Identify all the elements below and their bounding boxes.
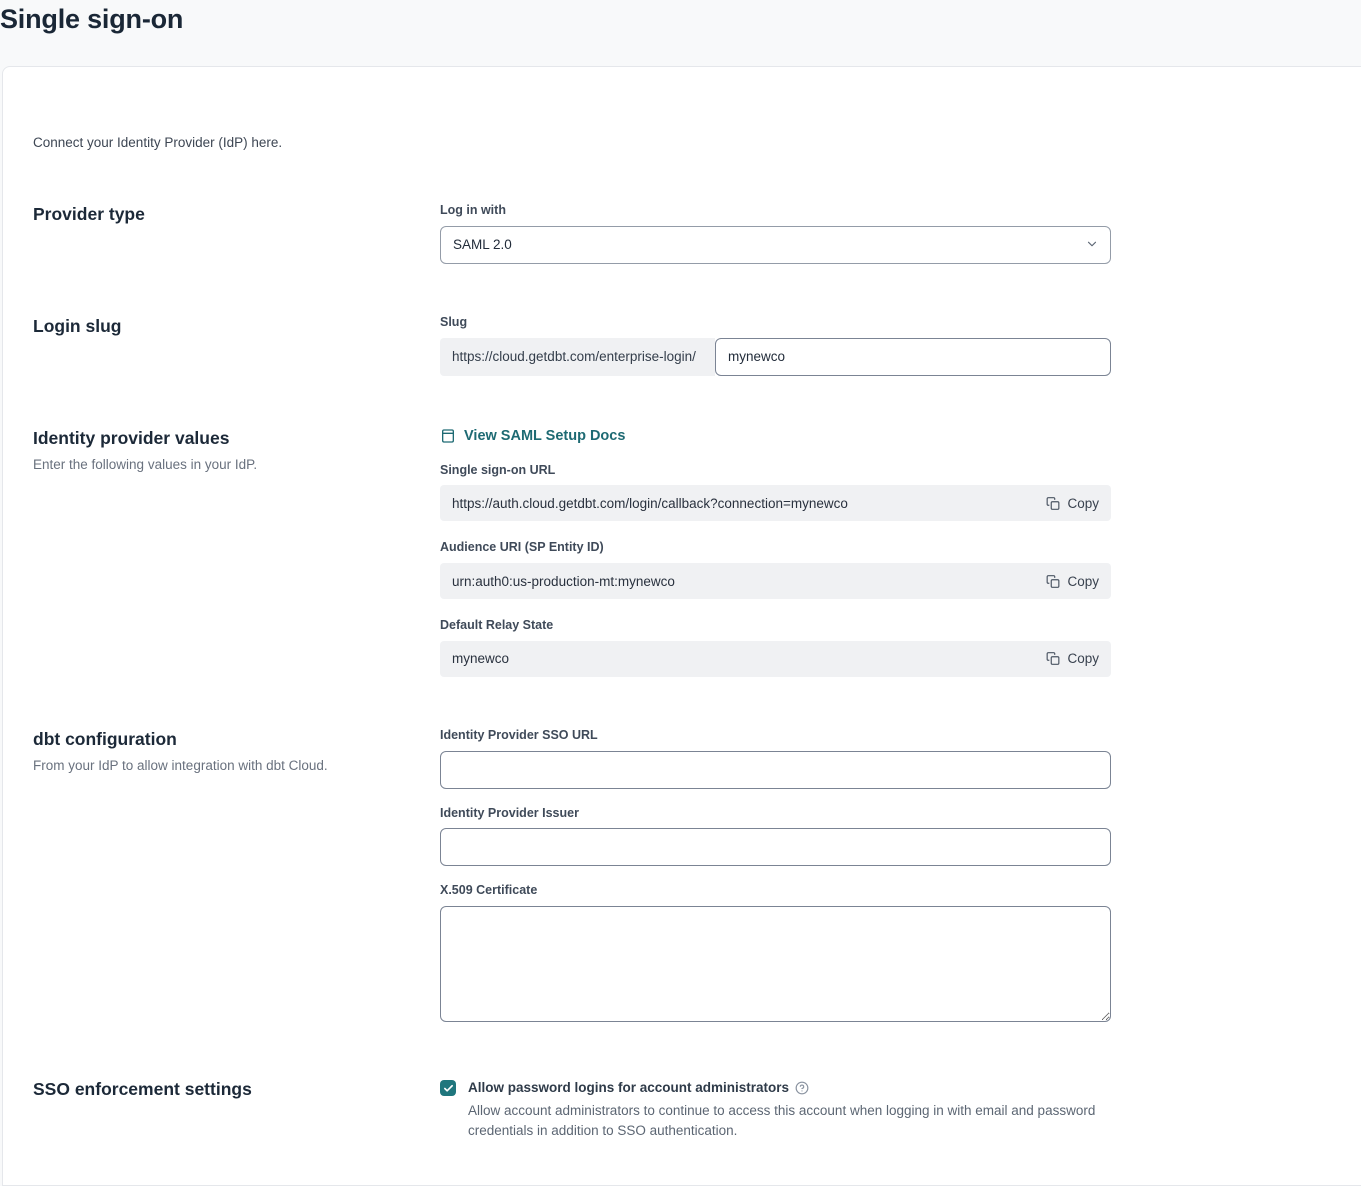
audience-uri-value: urn:auth0:us-production-mt:mynewco xyxy=(452,574,675,589)
section-identity-provider-values: Identity provider values Enter the follo… xyxy=(33,428,1361,677)
view-saml-docs-link[interactable]: View SAML Setup Docs xyxy=(440,428,625,444)
copy-sso-url-button[interactable]: Copy xyxy=(1046,496,1099,511)
section-provider-type: Provider type Log in with SAML 2.0 xyxy=(33,204,1361,264)
provider-type-heading: Provider type xyxy=(33,204,440,225)
allow-password-logins-checkbox[interactable] xyxy=(440,1080,456,1096)
idp-sso-url-group: Identity Provider SSO URL xyxy=(440,729,1111,789)
section-login-slug: Login slug Slug https://cloud.getdbt.com… xyxy=(33,316,1361,376)
copy-icon xyxy=(1046,496,1060,511)
page-header: Single sign-on xyxy=(0,0,1361,66)
intro-text: Connect your Identity Provider (IdP) her… xyxy=(33,135,1361,150)
section-sso-enforcement: SSO enforcement settings Allow password … xyxy=(33,1079,1361,1142)
relay-state-label: Default Relay State xyxy=(440,619,1111,633)
checkmark-icon xyxy=(443,1083,454,1094)
relay-state-value: mynewco xyxy=(452,651,509,666)
help-icon[interactable] xyxy=(795,1081,809,1095)
login-with-select[interactable]: SAML 2.0 xyxy=(440,226,1111,264)
relay-state-group: Default Relay State mynewco Copy xyxy=(440,619,1111,677)
slug-url-prefix: https://cloud.getdbt.com/enterprise-logi… xyxy=(440,338,715,376)
audience-uri-group: Audience URI (SP Entity ID) urn:auth0:us… xyxy=(440,541,1111,599)
copy-button-label: Copy xyxy=(1067,496,1099,511)
copy-button-label: Copy xyxy=(1067,651,1099,666)
dbt-config-heading: dbt configuration xyxy=(33,729,440,750)
copy-button-label: Copy xyxy=(1067,574,1099,589)
docs-link-label: View SAML Setup Docs xyxy=(464,428,625,444)
sso-enforcement-heading: SSO enforcement settings xyxy=(33,1079,440,1100)
copy-audience-uri-button[interactable]: Copy xyxy=(1046,574,1099,589)
audience-uri-label: Audience URI (SP Entity ID) xyxy=(440,541,1111,555)
slug-label: Slug xyxy=(440,316,1111,330)
idp-issuer-label: Identity Provider Issuer xyxy=(440,807,1111,821)
slug-input[interactable] xyxy=(715,338,1111,376)
identity-values-heading: Identity provider values xyxy=(33,428,440,449)
dbt-config-subheading: From your IdP to allow integration with … xyxy=(33,758,440,773)
relay-state-value-box: mynewco Copy xyxy=(440,641,1111,677)
audience-uri-value-box: urn:auth0:us-production-mt:mynewco Copy xyxy=(440,563,1111,599)
page-title: Single sign-on xyxy=(0,4,1361,35)
allow-password-logins-label: Allow password logins for account admini… xyxy=(468,1079,789,1097)
idp-sso-url-label: Identity Provider SSO URL xyxy=(440,729,1111,743)
copy-icon xyxy=(1046,574,1060,589)
allow-password-logins-description: Allow account administrators to continue… xyxy=(468,1101,1098,1142)
sso-url-group: Single sign-on URL https://auth.cloud.ge… xyxy=(440,464,1111,522)
copy-relay-state-button[interactable]: Copy xyxy=(1046,651,1099,666)
login-slug-heading: Login slug xyxy=(33,316,440,337)
identity-values-subheading: Enter the following values in your IdP. xyxy=(33,457,440,472)
idp-issuer-group: Identity Provider Issuer xyxy=(440,807,1111,867)
idp-issuer-input[interactable] xyxy=(440,828,1111,866)
sso-url-label: Single sign-on URL xyxy=(440,464,1111,478)
copy-icon xyxy=(1046,651,1060,666)
x509-certificate-textarea[interactable] xyxy=(440,906,1111,1022)
settings-card: Connect your Identity Provider (IdP) her… xyxy=(2,66,1361,1186)
idp-sso-url-input[interactable] xyxy=(440,751,1111,789)
x509-certificate-label: X.509 Certificate xyxy=(440,884,1111,898)
sso-url-value: https://auth.cloud.getdbt.com/login/call… xyxy=(452,496,848,511)
docs-icon xyxy=(440,428,456,444)
sso-url-value-box: https://auth.cloud.getdbt.com/login/call… xyxy=(440,485,1111,521)
section-dbt-configuration: dbt configuration From your IdP to allow… xyxy=(33,729,1361,1027)
login-with-label: Log in with xyxy=(440,204,1111,218)
x509-certificate-group: X.509 Certificate xyxy=(440,884,1111,1027)
